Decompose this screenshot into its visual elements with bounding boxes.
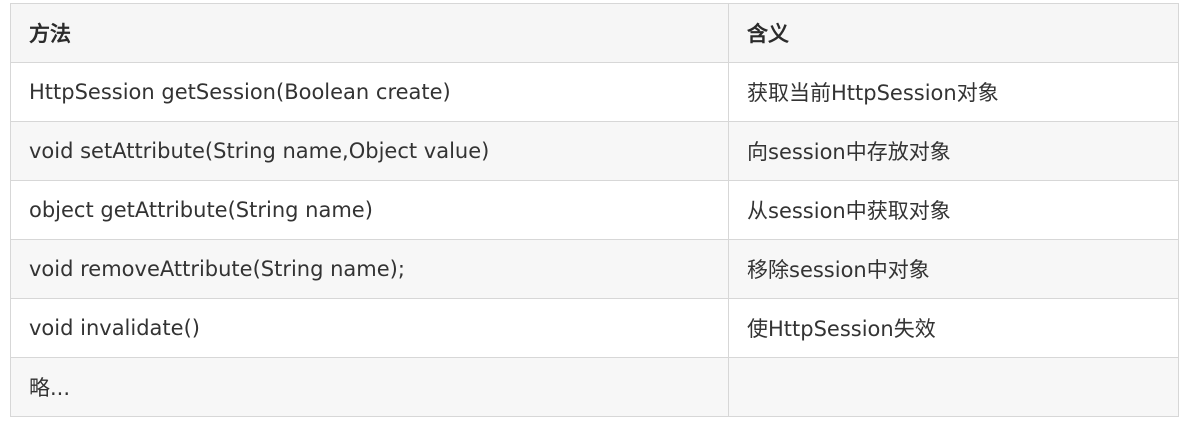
method-cell: void removeAttribute(String name); — [10, 239, 729, 299]
page: 方法 含义 HttpSession getSession(Boolean cre… — [0, 0, 1200, 428]
meaning-cell: 使HttpSession失效 — [728, 298, 1179, 358]
table-row: void removeAttribute(String name); 移除ses… — [10, 239, 1179, 299]
meaning-cell — [728, 357, 1179, 417]
meaning-cell: 获取当前HttpSession对象 — [728, 62, 1179, 122]
table-header-row: 方法 含义 — [10, 3, 1179, 63]
table-row: HttpSession getSession(Boolean create) 获… — [10, 62, 1179, 122]
method-cell: object getAttribute(String name) — [10, 180, 729, 240]
meaning-cell: 移除session中对象 — [728, 239, 1179, 299]
column-header-meaning: 含义 — [728, 3, 1179, 63]
table-row: object getAttribute(String name) 从sessio… — [10, 180, 1179, 240]
table-row: void invalidate() 使HttpSession失效 — [10, 298, 1179, 358]
meaning-cell: 从session中获取对象 — [728, 180, 1179, 240]
method-cell: 略... — [10, 357, 729, 417]
table-row: void setAttribute(String name,Object val… — [10, 121, 1179, 181]
method-cell: void invalidate() — [10, 298, 729, 358]
column-header-method: 方法 — [10, 3, 729, 63]
api-method-table: 方法 含义 HttpSession getSession(Boolean cre… — [10, 3, 1179, 417]
meaning-cell: 向session中存放对象 — [728, 121, 1179, 181]
table-row: 略... — [10, 357, 1179, 417]
method-cell: HttpSession getSession(Boolean create) — [10, 62, 729, 122]
method-cell: void setAttribute(String name,Object val… — [10, 121, 729, 181]
